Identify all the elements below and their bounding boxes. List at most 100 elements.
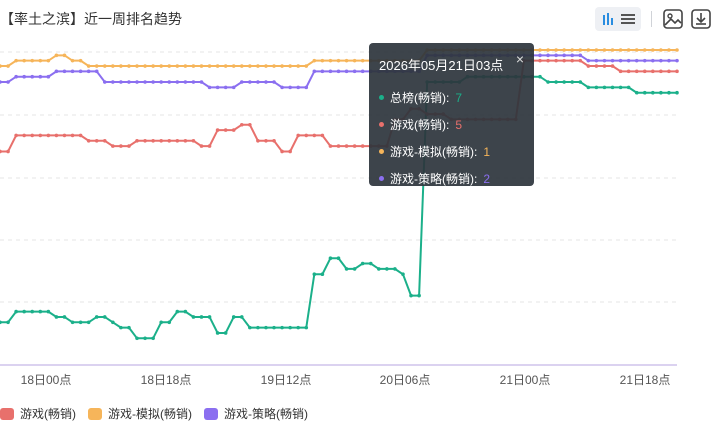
tooltip-value: 2 xyxy=(483,171,491,186)
data-point-simulation xyxy=(256,64,260,68)
data-point-game xyxy=(0,149,2,154)
data-point-simulation xyxy=(312,58,317,63)
data-point-game xyxy=(70,133,75,138)
data-point-strategy xyxy=(288,85,292,90)
data-point-game xyxy=(280,149,284,154)
data-point-strategy xyxy=(22,74,26,79)
data-point-strategy xyxy=(14,74,18,79)
series-dot-icon xyxy=(379,95,384,100)
data-point-game xyxy=(14,133,18,138)
legend-item-strategy[interactable]: 游戏-策略(畅销) xyxy=(204,405,308,422)
legend-swatch-game xyxy=(0,407,14,420)
data-point-game xyxy=(22,133,26,138)
data-point-strategy xyxy=(167,80,172,84)
data-point-strategy xyxy=(223,85,228,90)
data-point-overall xyxy=(280,325,284,330)
x-tick-label: 20日06点 xyxy=(380,373,431,387)
data-point-overall xyxy=(175,309,180,314)
data-point-game xyxy=(135,138,139,143)
data-point-strategy xyxy=(78,69,83,74)
data-point-game xyxy=(578,58,583,63)
data-point-overall xyxy=(546,80,550,84)
data-point-overall xyxy=(62,315,67,319)
data-point-overall xyxy=(312,272,317,277)
data-point-simulation xyxy=(344,58,349,63)
data-point-simulation xyxy=(46,58,51,63)
data-point-simulation xyxy=(62,53,67,58)
data-point-simulation xyxy=(143,64,147,68)
data-point-simulation xyxy=(651,48,655,52)
data-point-simulation xyxy=(296,64,301,68)
data-point-game xyxy=(344,144,349,148)
data-point-overall xyxy=(393,267,397,271)
data-point-overall xyxy=(562,80,566,84)
data-point-game xyxy=(119,144,123,148)
data-point-overall xyxy=(46,309,51,314)
data-point-strategy xyxy=(538,53,542,58)
data-point-overall xyxy=(78,320,83,325)
series-dot-icon xyxy=(379,122,384,127)
data-point-game xyxy=(199,144,204,148)
data-point-simulation xyxy=(135,64,139,68)
data-point-strategy xyxy=(659,58,663,63)
data-point-overall xyxy=(143,336,147,341)
rank-trend-chart[interactable]: 18日00点 18日18点 19日12点 20日06点 21日00点 21日18点 xyxy=(0,0,720,400)
data-point-game xyxy=(207,144,212,148)
data-point-overall xyxy=(368,261,373,266)
data-point-overall xyxy=(199,315,204,319)
data-point-simulation xyxy=(191,64,196,68)
data-point-game xyxy=(360,144,365,148)
data-point-simulation xyxy=(119,64,123,68)
legend-label: 游戏(畅销) xyxy=(20,407,76,421)
tooltip-label: 总榜(畅销): xyxy=(390,91,450,105)
data-point-simulation xyxy=(264,64,268,68)
data-point-simulation xyxy=(626,48,631,52)
data-point-overall xyxy=(159,320,163,325)
data-point-overall xyxy=(183,309,188,314)
data-point-game xyxy=(231,128,236,132)
data-point-strategy xyxy=(272,80,276,84)
tooltip-title: 2026年05月21日03点 xyxy=(379,58,504,73)
data-point-overall xyxy=(272,325,276,330)
data-point-overall xyxy=(336,256,341,261)
data-point-game xyxy=(183,138,188,143)
data-point-game xyxy=(602,64,607,68)
data-point-strategy xyxy=(175,80,180,84)
data-point-game xyxy=(562,58,566,63)
data-point-strategy xyxy=(586,58,591,63)
data-point-game xyxy=(642,69,647,74)
data-point-game xyxy=(6,149,10,154)
data-point-simulation xyxy=(14,58,18,63)
data-point-simulation xyxy=(610,48,615,52)
data-point-strategy xyxy=(70,69,75,74)
data-point-overall xyxy=(239,315,244,319)
data-point-simulation xyxy=(0,64,2,68)
data-point-game xyxy=(667,69,671,74)
legend-item-simulation[interactable]: 游戏-模拟(畅销) xyxy=(88,405,192,422)
data-point-overall xyxy=(344,267,349,271)
legend-item-game[interactable]: 游戏(畅销) xyxy=(0,405,76,422)
data-point-simulation xyxy=(659,48,663,52)
data-point-overall xyxy=(554,80,558,84)
data-point-game xyxy=(38,133,43,138)
data-point-overall xyxy=(14,309,18,314)
data-point-overall xyxy=(659,90,663,95)
data-point-strategy xyxy=(594,58,599,63)
data-point-simulation xyxy=(667,48,671,52)
x-tick-label: 19日12点 xyxy=(261,373,312,387)
data-point-game xyxy=(175,138,180,143)
data-point-simulation xyxy=(360,58,365,63)
data-point-strategy xyxy=(554,53,558,58)
data-point-overall xyxy=(22,309,26,314)
data-point-simulation xyxy=(546,48,550,52)
data-point-game xyxy=(159,138,163,143)
data-point-overall xyxy=(376,267,381,271)
data-point-simulation xyxy=(86,64,91,68)
data-point-game xyxy=(54,133,59,138)
data-point-overall xyxy=(651,90,655,95)
data-point-overall xyxy=(191,315,196,319)
data-point-overall xyxy=(248,325,252,330)
data-point-overall xyxy=(256,325,260,330)
data-point-simulation xyxy=(215,64,220,68)
close-icon[interactable]: × xyxy=(516,51,524,67)
